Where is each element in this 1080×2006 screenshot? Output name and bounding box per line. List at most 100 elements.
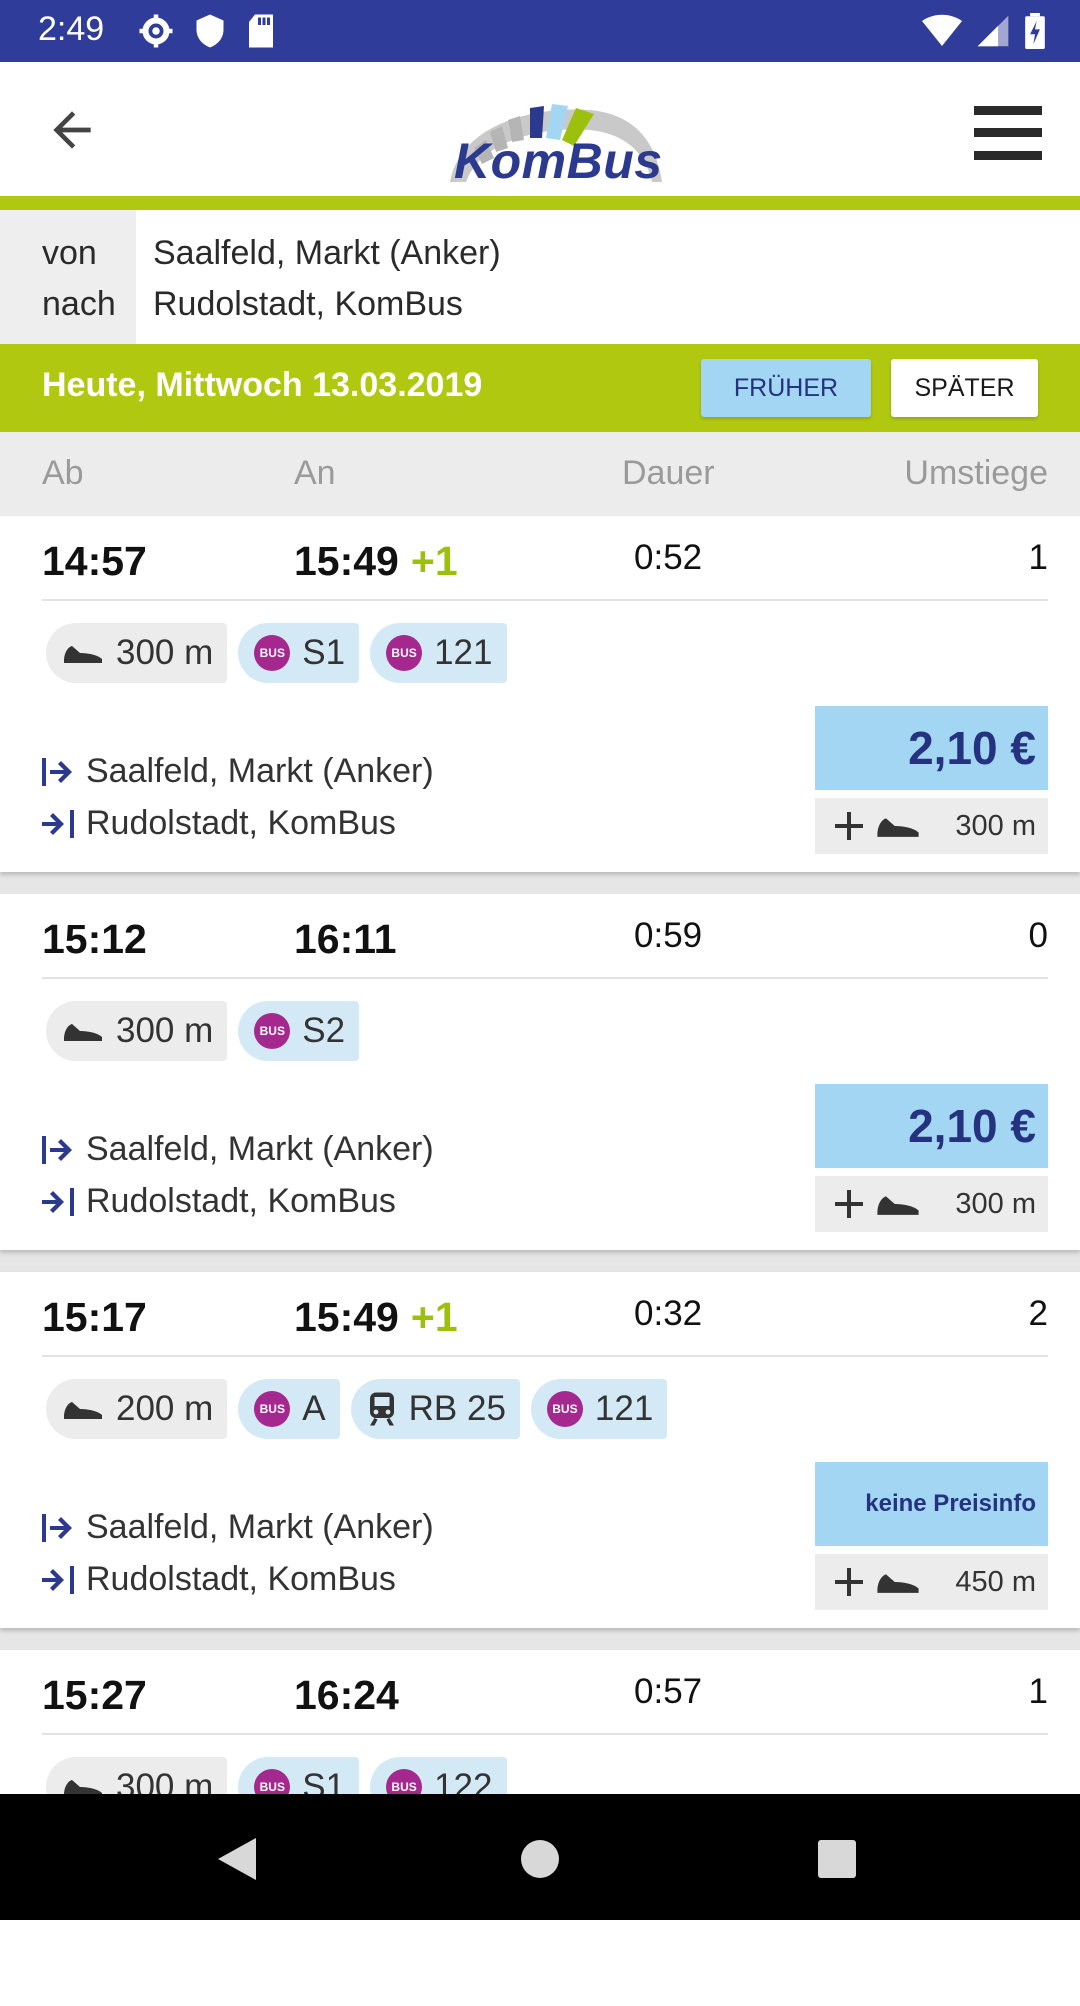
origin-stop: Saalfeld, Markt (Anker) xyxy=(42,1130,434,1169)
depart-icon xyxy=(42,1135,72,1164)
arrival-time: 15:49 +1 xyxy=(294,1294,458,1340)
leg-walk: 300 m xyxy=(46,1001,228,1061)
walk-shoe-icon xyxy=(64,646,102,663)
connection-card[interactable]: 15:17 15:49 +1 0:32 2 200 m BUS A RB 25 B… xyxy=(0,1272,1080,1628)
divider xyxy=(42,1733,1048,1735)
app-bar-accent-line xyxy=(0,196,1080,210)
plus-icon xyxy=(835,1190,863,1218)
earlier-button[interactable]: FRÜHER xyxy=(701,359,871,417)
menu-button[interactable] xyxy=(974,106,1042,160)
changes-count: 0 xyxy=(1028,916,1048,955)
train-icon xyxy=(369,1392,394,1426)
hamburger-menu-icon xyxy=(974,106,1042,160)
origin-stop: Saalfeld, Markt (Anker) xyxy=(42,1508,434,1547)
legs: 300 m BUS S2 xyxy=(46,1001,360,1061)
back-button[interactable] xyxy=(44,102,100,158)
system-nav-bar xyxy=(0,1794,1080,1920)
walk-shoe-icon xyxy=(64,1402,102,1419)
to-label: nach xyxy=(42,285,116,323)
col-departure: Ab xyxy=(42,454,84,492)
departure-time: 15:27 xyxy=(42,1672,147,1718)
day-offset: +1 xyxy=(410,538,458,584)
destination-stop: Rudolstadt, KomBus xyxy=(42,1560,396,1599)
destination-stop: Rudolstadt, KomBus xyxy=(42,1182,396,1221)
walk-shoe-icon xyxy=(64,1024,102,1041)
extra-walk: 300 m xyxy=(815,798,1048,854)
divider xyxy=(42,1355,1048,1357)
leg-bus: BUS S1 xyxy=(238,623,360,683)
leg-bus: BUS S2 xyxy=(238,1001,360,1061)
divider xyxy=(42,977,1048,979)
leg-bus: BUS 121 xyxy=(530,1379,668,1439)
duration: 0:57 xyxy=(634,1672,703,1711)
depart-icon xyxy=(42,1513,72,1542)
arrow-back-icon xyxy=(53,111,91,149)
leg-bus: BUS 121 xyxy=(370,623,507,683)
connection-card[interactable]: 15:12 16:11 0:59 0 300 m BUS S2 Saalfeld… xyxy=(0,894,1080,1250)
arrive-icon xyxy=(42,1187,74,1216)
leg-train: RB 25 xyxy=(350,1379,520,1439)
departure-time: 15:12 xyxy=(42,916,147,962)
sd-card-icon xyxy=(249,14,273,48)
legs: 200 m BUS A RB 25 BUS 121 xyxy=(46,1379,668,1439)
wifi-icon xyxy=(922,14,962,46)
app-bar: KomBus xyxy=(0,62,1080,196)
nav-back-icon[interactable] xyxy=(216,1836,258,1882)
later-button[interactable]: SPÄTER xyxy=(891,359,1038,417)
nav-home-icon[interactable] xyxy=(520,1839,560,1879)
day-offset: +1 xyxy=(410,1294,458,1340)
arrival-time: 16:11 xyxy=(294,916,397,962)
origin-stop: Saalfeld, Markt (Anker) xyxy=(42,752,434,791)
col-duration: Dauer xyxy=(622,454,715,492)
destination-stop: Rudolstadt, KomBus xyxy=(42,804,396,843)
duration: 0:32 xyxy=(634,1294,703,1333)
arrive-icon xyxy=(42,809,74,838)
bus-icon: BUS xyxy=(254,635,291,671)
bus-icon: BUS xyxy=(254,1013,291,1049)
changes-count: 1 xyxy=(1028,538,1048,577)
legs: 300 m BUS S1 BUS 121 xyxy=(46,623,507,683)
kombus-logo: KomBus xyxy=(440,86,666,190)
to-value: Rudolstadt, KomBus xyxy=(153,285,463,323)
arrival-time: 16:24 xyxy=(294,1672,399,1718)
column-headers: Ab An Dauer Umstiege xyxy=(0,432,1080,516)
shield-icon xyxy=(196,14,224,48)
extra-walk: 300 m xyxy=(815,1176,1048,1232)
route-summary[interactable]: von nach Saalfeld, Markt (Anker) Rudolst… xyxy=(0,210,1080,344)
from-label: von xyxy=(42,234,97,272)
walk-shoe-icon xyxy=(877,818,919,837)
duration: 0:59 xyxy=(634,916,703,955)
price-tag[interactable]: 2,10 € xyxy=(815,1084,1048,1168)
battery-charging-icon xyxy=(1025,13,1045,49)
extra-walk: 450 m xyxy=(815,1554,1048,1610)
walk-shoe-icon xyxy=(877,1574,919,1593)
bus-icon: BUS xyxy=(546,1391,583,1427)
settings-icon xyxy=(139,14,173,48)
col-changes: Umstiege xyxy=(904,454,1048,492)
changes-count: 2 xyxy=(1028,1294,1048,1333)
leg-walk: 300 m xyxy=(46,623,228,683)
signal-icon xyxy=(977,15,1009,47)
bus-icon: BUS xyxy=(254,1391,291,1427)
plus-icon xyxy=(835,1568,863,1596)
connection-card[interactable]: 14:57 15:49 +1 0:52 1 300 m BUS S1 BUS 12… xyxy=(0,516,1080,872)
price-tag[interactable]: keine Preisinfo xyxy=(815,1462,1048,1546)
duration: 0:52 xyxy=(634,538,703,577)
arrival-time: 15:49 +1 xyxy=(294,538,458,584)
changes-count: 1 xyxy=(1028,1672,1048,1711)
from-value: Saalfeld, Markt (Anker) xyxy=(153,234,501,272)
nav-recents-icon[interactable] xyxy=(817,1839,857,1879)
leg-bus: BUS A xyxy=(238,1379,340,1439)
arrive-icon xyxy=(42,1565,74,1594)
plus-icon xyxy=(835,812,863,840)
status-bar: 2:49 xyxy=(0,0,1080,62)
status-time: 2:49 xyxy=(38,10,105,48)
date-bar: Heute, Mittwoch 13.03.2019 FRÜHER SPÄTER xyxy=(0,344,1080,432)
leg-walk: 200 m xyxy=(46,1379,228,1439)
departure-time: 15:17 xyxy=(42,1294,147,1340)
price-tag[interactable]: 2,10 € xyxy=(815,706,1048,790)
walk-shoe-icon xyxy=(877,1196,919,1215)
departure-time: 14:57 xyxy=(42,538,147,584)
date-label[interactable]: Heute, Mittwoch 13.03.2019 xyxy=(42,366,482,405)
logo-text: KomBus xyxy=(454,133,663,189)
